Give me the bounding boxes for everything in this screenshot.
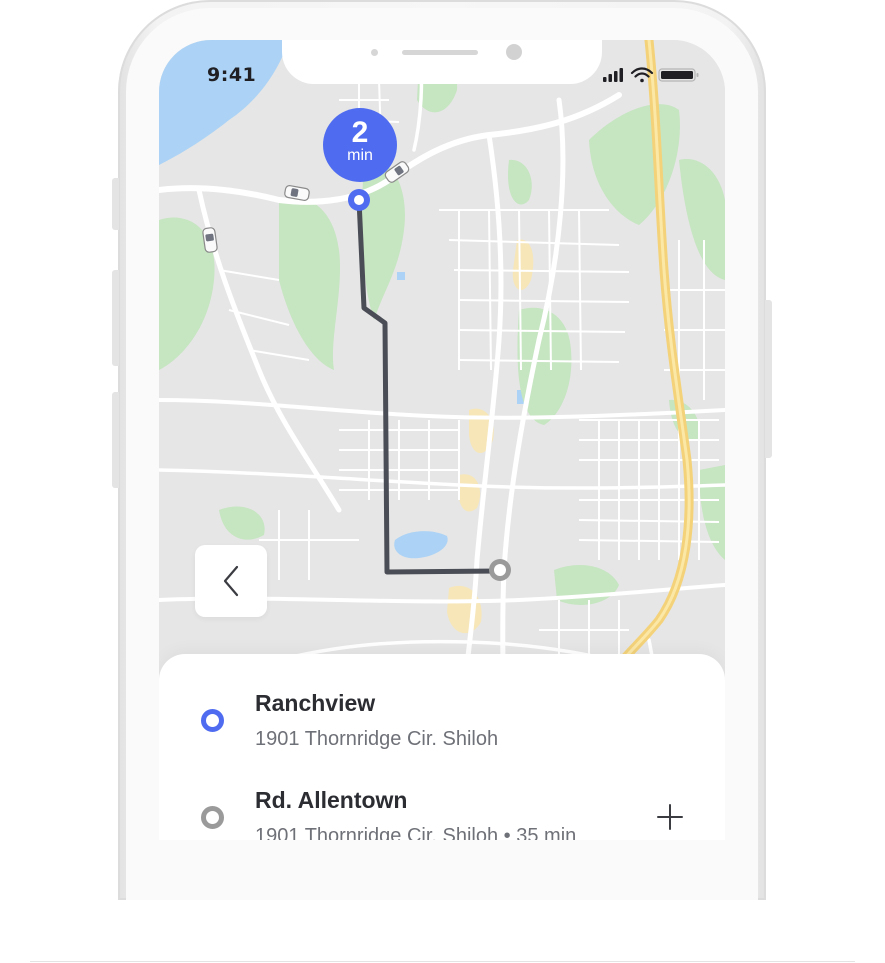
chevron-left-icon bbox=[223, 565, 239, 597]
destination-dot-icon bbox=[201, 806, 224, 829]
plus-icon bbox=[657, 804, 683, 830]
stop-address: 1901 Thornridge Cir. Shiloh • 35 min bbox=[255, 825, 577, 840]
car-icon bbox=[202, 227, 218, 253]
cellular-signal-icon bbox=[603, 68, 623, 82]
volume-up-button bbox=[112, 270, 119, 366]
front-camera bbox=[506, 44, 522, 60]
stop-address: 1901 Thornridge Cir. Shiloh bbox=[255, 728, 499, 750]
stop-title: Rd. Allentown bbox=[255, 787, 408, 813]
speaker-grille bbox=[402, 50, 478, 55]
add-stop-button[interactable] bbox=[655, 802, 685, 832]
eta-unit: min bbox=[347, 147, 373, 164]
notch bbox=[282, 40, 602, 84]
stop-title: Ranchview bbox=[255, 690, 376, 716]
phone-screen: 2 min 9:41 Ranchview 1901 Thornridge Cir… bbox=[159, 40, 725, 840]
eta-value: 2 bbox=[351, 116, 369, 149]
status-icons bbox=[603, 67, 699, 83]
trip-stop-origin[interactable]: Ranchview 1901 Thornridge Cir. Shiloh bbox=[159, 686, 725, 756]
divider bbox=[30, 961, 855, 962]
wifi-icon bbox=[630, 67, 654, 83]
battery-icon bbox=[658, 68, 699, 82]
volume-down-button bbox=[112, 392, 119, 488]
status-time: 9:41 bbox=[207, 64, 257, 86]
origin-dot-icon bbox=[201, 709, 224, 732]
silent-switch bbox=[112, 178, 119, 230]
back-button[interactable] bbox=[195, 545, 267, 617]
trip-sheet: Ranchview 1901 Thornridge Cir. Shiloh Rd… bbox=[159, 654, 725, 840]
trip-stop-destination[interactable]: Rd. Allentown 1901 Thornridge Cir. Shilo… bbox=[159, 783, 725, 840]
power-button bbox=[765, 300, 772, 458]
eta-badge: 2 min bbox=[323, 108, 397, 182]
sensor-dot bbox=[371, 49, 378, 56]
